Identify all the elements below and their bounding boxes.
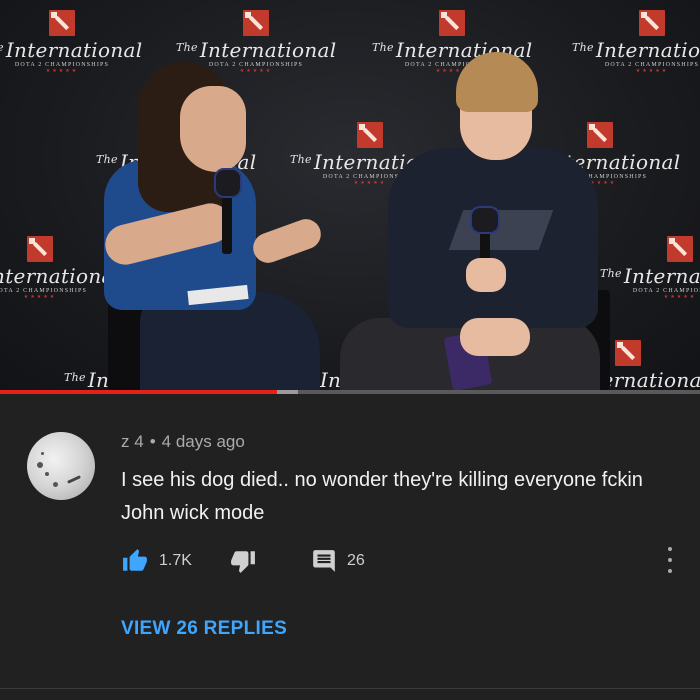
player-mic <box>470 206 500 234</box>
more-options-button[interactable] <box>660 544 680 576</box>
international-logo: TheInternationalDOTA 2 CHAMPIONSHIPS★★★★… <box>0 10 142 74</box>
avatar[interactable] <box>27 432 95 500</box>
interviewer-face <box>180 86 246 172</box>
player-jacket-stripe <box>448 210 554 250</box>
international-logo: TheInternationalDOTA 2 CHAMPIONSHIPS★★★★… <box>572 10 700 74</box>
international-logo: TheInternationalDOTA 2 CHAMPIONSHIPS★★★★… <box>0 236 120 300</box>
dota-logo-icon <box>587 122 613 148</box>
logo-wordmark: TheInternational <box>0 264 121 288</box>
comment-text: I see his dog died.. no wonder they're k… <box>121 469 643 524</box>
player-hand-mic <box>466 258 506 292</box>
dislike-button[interactable] <box>229 546 257 576</box>
comment-icon <box>313 550 335 572</box>
logo-wordmark: TheInternational <box>600 264 700 288</box>
dota-logo-icon <box>439 10 465 36</box>
interviewer-mic <box>214 168 242 198</box>
avatar-speck <box>41 452 44 455</box>
comment: z 4 • 4 days ago I see his dog died.. no w… <box>0 394 700 700</box>
comment-time: 4 days ago <box>161 432 245 451</box>
comment-actions: 1.7K 26 <box>121 546 681 576</box>
view-replies-button[interactable]: VIEW 26 REPLIES <box>121 618 287 640</box>
like-button[interactable]: 1.7K <box>121 546 192 576</box>
meta-separator: • <box>149 432 156 451</box>
dota-logo-icon <box>27 236 53 262</box>
international-logo: TheInternationalDOTA 2 CHAMPIONSHIPS★★★★… <box>600 236 700 300</box>
logo-wordmark: TheInternational <box>0 38 143 62</box>
logo-wordmark: TheInternational <box>176 38 337 62</box>
more-vertical-icon-dot <box>668 568 672 573</box>
divider <box>0 688 700 689</box>
player-hand <box>460 318 530 356</box>
reply-count: 26 <box>347 552 365 569</box>
thumbs-up-icon <box>123 549 147 571</box>
interviewer-mic-handle <box>222 194 232 254</box>
thumbs-down-icon <box>231 551 255 573</box>
logo-stars: ★★★★★ <box>23 294 57 300</box>
dota-logo-icon <box>357 122 383 148</box>
dota-logo-icon <box>615 340 641 366</box>
logo-stars: ★★★★★ <box>663 294 697 300</box>
logo-stars: ★★★★★ <box>45 68 79 74</box>
dota-logo-icon <box>639 10 665 36</box>
avatar-speck <box>37 462 43 468</box>
more-vertical-icon <box>668 547 672 552</box>
video-player[interactable]: TheInternationalDOTA 2 CHAMPIONSHIPS★★★★… <box>0 0 700 392</box>
avatar-speck <box>45 472 49 476</box>
reply-button[interactable]: 26 <box>311 546 365 576</box>
dota-logo-icon <box>49 10 75 36</box>
avatar-speck <box>67 475 81 484</box>
like-count: 1.7K <box>159 552 192 569</box>
comment-author[interactable]: z 4 <box>121 432 144 451</box>
avatar-speck <box>53 482 58 487</box>
more-vertical-icon-dot <box>668 557 672 562</box>
logo-wordmark: TheInternational <box>572 38 700 62</box>
comment-meta: z 4 • 4 days ago <box>121 432 245 452</box>
dota-logo-icon <box>667 236 693 262</box>
logo-stars: ★★★★★ <box>635 68 669 74</box>
dota-logo-icon <box>243 10 269 36</box>
